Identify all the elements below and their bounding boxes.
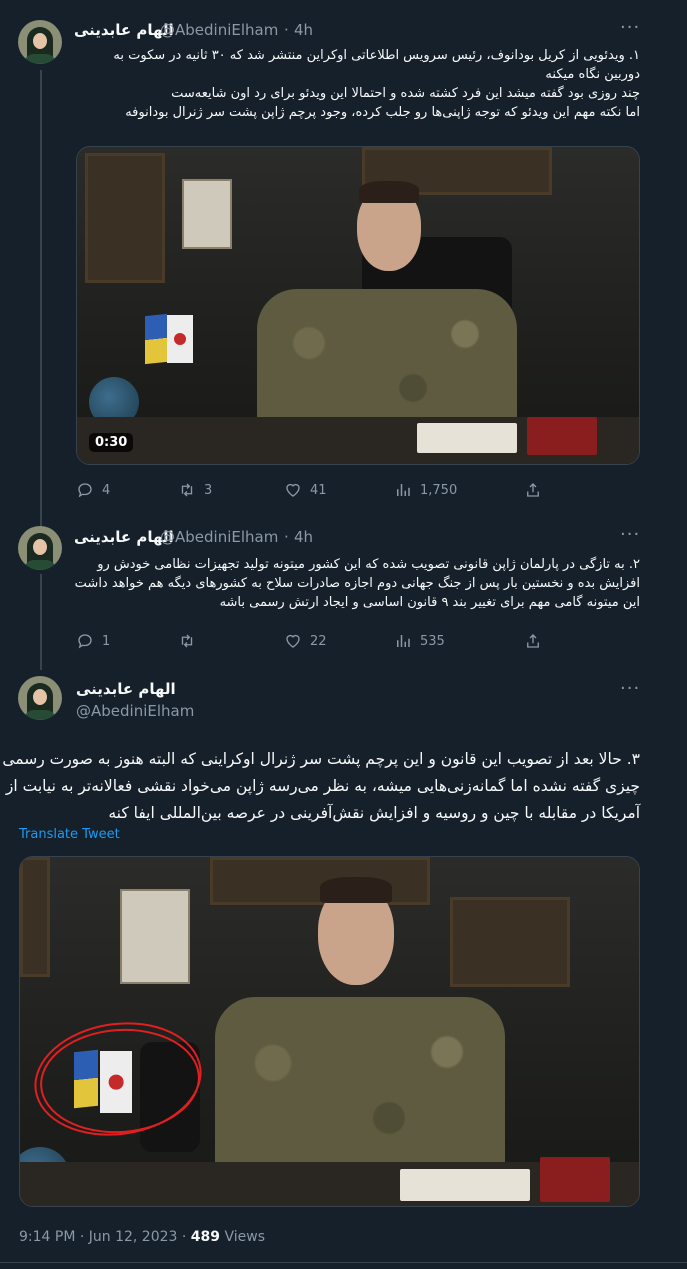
japan-flag xyxy=(167,315,193,363)
share-icon xyxy=(524,481,542,499)
tweet-time[interactable]: 4h xyxy=(294,21,313,39)
like-button[interactable]: 22 xyxy=(284,632,327,650)
translate-tweet-link[interactable]: Translate Tweet xyxy=(19,827,120,842)
avatar[interactable] xyxy=(18,20,62,64)
like-button[interactable]: 41 xyxy=(284,481,327,499)
heart-icon xyxy=(284,632,302,650)
reply-button[interactable]: 4 xyxy=(76,481,110,499)
views-count: 489 xyxy=(190,1229,221,1245)
tweet-image[interactable] xyxy=(19,856,640,1207)
more-options-icon[interactable]: ··· xyxy=(620,17,640,38)
dot-separator: · xyxy=(284,21,289,39)
retweet-icon xyxy=(178,632,196,650)
tweet-line: افزایش بده و نخستین بار پس از جنگ جهانی … xyxy=(74,576,640,591)
thread-line xyxy=(40,70,42,570)
avatar[interactable] xyxy=(18,526,62,570)
tweet-text: ۱. ویدئویی از کریل بودانوف، رئیس سرویس ا… xyxy=(74,46,640,122)
author-name[interactable]: الهام عابدینی xyxy=(76,680,176,698)
views-count: 1,750 xyxy=(420,482,458,498)
tweet-text: ۲. به تازگی در پارلمان ژاپن قانونی تصویب… xyxy=(64,555,640,612)
tweet-line: اما نکته مهم این ویدئو که توجه ژاپنی‌ها … xyxy=(125,105,640,120)
more-options-icon[interactable]: ··· xyxy=(620,678,640,699)
image-frame xyxy=(20,857,639,1206)
tweet-timestamp[interactable]: 9:14 PM · Jun 12, 2023 · xyxy=(19,1229,191,1245)
share-button[interactable] xyxy=(524,481,542,499)
divider xyxy=(0,1262,687,1263)
views-icon xyxy=(394,481,412,499)
tweet-meta: 9:14 PM · Jun 12, 2023 · 489 Views xyxy=(19,1229,265,1245)
tweet-line: آمریکا در مقابله با چین و روسیه و افزایش… xyxy=(108,804,640,822)
share-button[interactable] xyxy=(524,632,542,650)
retweet-button[interactable] xyxy=(178,632,204,650)
views-label: Views xyxy=(220,1229,265,1245)
views-count: 535 xyxy=(420,633,445,649)
ukraine-flag xyxy=(145,313,167,365)
author-handle[interactable]: @AbediniElham xyxy=(160,528,278,546)
retweet-button[interactable]: 3 xyxy=(178,481,212,499)
views-button[interactable]: 535 xyxy=(394,632,445,650)
tweet-actions: 4 3 41 1,750 xyxy=(76,481,640,503)
tweet-line: دوربین نگاه میکنه xyxy=(545,67,640,82)
thread-line xyxy=(40,574,42,670)
more-options-icon[interactable]: ··· xyxy=(620,524,640,545)
author-name[interactable]: الهام عابدینی xyxy=(74,21,174,39)
tweet-line: ۲. به تازگی در پارلمان ژاپن قانونی تصویب… xyxy=(97,557,640,572)
video-player[interactable]: 0:30 xyxy=(76,146,640,465)
tweet-line: ۱. ویدئویی از کریل بودانوف، رئیس سرویس ا… xyxy=(113,48,640,63)
reply-icon xyxy=(76,632,94,650)
tweet-time[interactable]: 4h xyxy=(294,528,313,546)
reply-count: 1 xyxy=(102,633,111,649)
video-frame xyxy=(77,147,639,464)
views-icon xyxy=(394,632,412,650)
retweet-count: 3 xyxy=(204,482,213,498)
video-duration: 0:30 xyxy=(89,433,134,452)
tweet-line: این میتونه گامی مهم برای تغییر بند ۹ قان… xyxy=(219,595,640,610)
author-handle[interactable]: @AbediniElham xyxy=(76,702,194,720)
retweet-icon xyxy=(178,481,196,499)
tweet-actions: 1 22 535 xyxy=(76,632,640,654)
reply-count: 4 xyxy=(102,482,111,498)
reply-button[interactable]: 1 xyxy=(76,632,110,650)
author-name[interactable]: الهام عابدینی xyxy=(74,528,174,546)
tweet-text: ۳. حالا بعد از تصویب این قانون و این پرچ… xyxy=(2,746,640,827)
like-count: 22 xyxy=(310,633,327,649)
tweet-line: ۳. حالا بعد از تصویب این قانون و این پرچ… xyxy=(2,750,640,768)
tweet-line: چند روزی بود گفته میشد این فرد کشته شده … xyxy=(171,86,640,101)
reply-icon xyxy=(76,481,94,499)
share-icon xyxy=(524,632,542,650)
like-count: 41 xyxy=(310,482,327,498)
author-handle[interactable]: @AbediniElham xyxy=(160,21,278,39)
heart-icon xyxy=(284,481,302,499)
avatar[interactable] xyxy=(18,676,62,720)
tweet-line: چیزی گفته نشده اما گمانه‌زنی‌هایی میشه، … xyxy=(5,777,640,795)
dot-separator: · xyxy=(284,528,289,546)
views-button[interactable]: 1,750 xyxy=(394,481,457,499)
